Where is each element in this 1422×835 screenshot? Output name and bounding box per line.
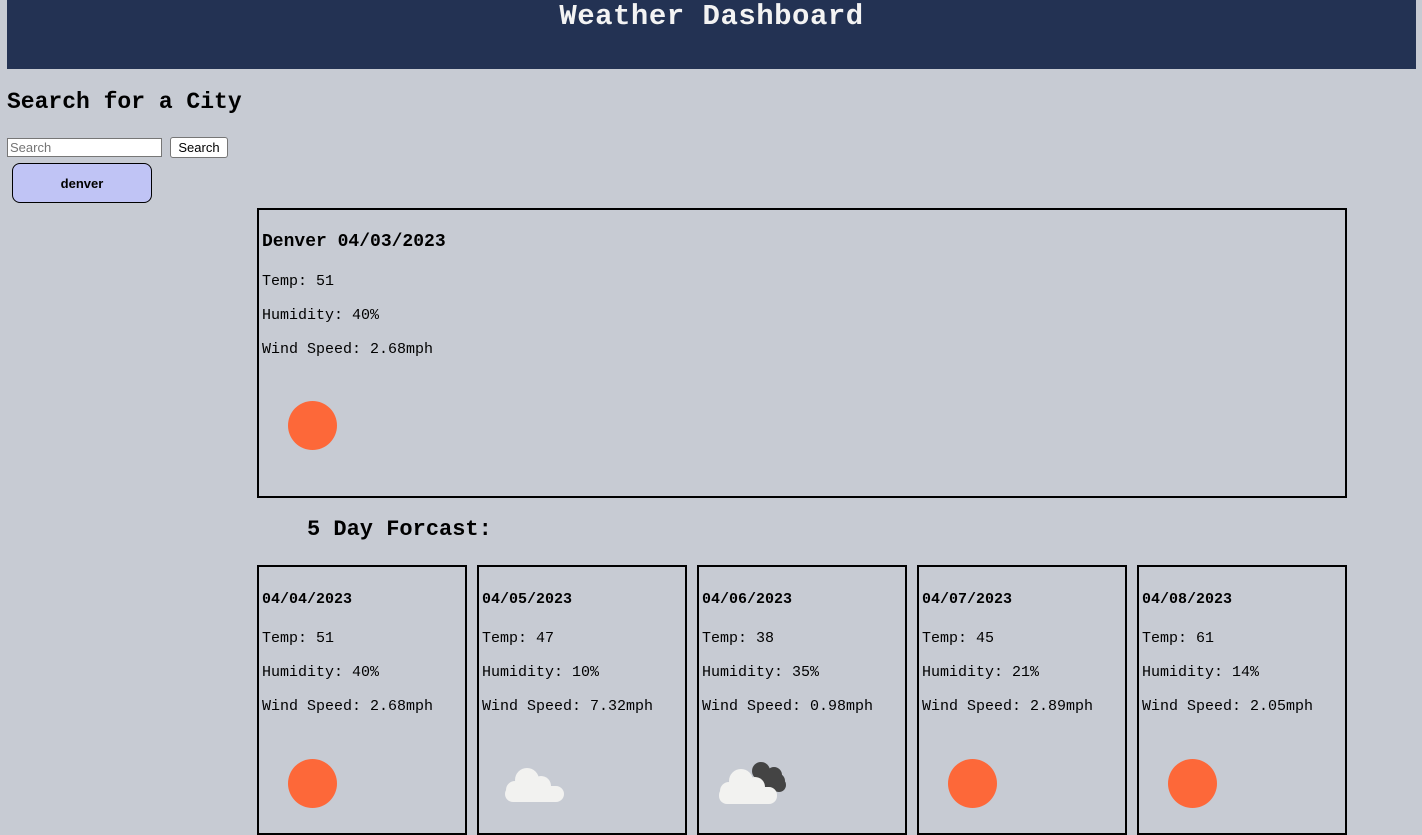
forecast-humidity: Humidity: 40% xyxy=(262,664,380,681)
forecast-temp: Temp: 61 xyxy=(1142,630,1215,647)
forecast-date: 04/05/2023 xyxy=(482,591,573,608)
current-temp: Temp: 51 xyxy=(262,273,335,290)
sun-icon xyxy=(1168,759,1217,808)
forecast-wind: Wind Speed: 2.05mph xyxy=(1142,698,1314,715)
forecast-card: 04/04/2023 Temp: 51 Humidity: 40% Wind S… xyxy=(257,565,467,835)
sun-icon xyxy=(288,759,337,808)
cloud-icon xyxy=(505,768,564,802)
forecast-date: 04/08/2023 xyxy=(1142,591,1233,608)
current-weather-card: Denver 04/03/2023 Temp: 51 Humidity: 40%… xyxy=(257,208,1347,498)
forecast-humidity: Humidity: 35% xyxy=(702,664,820,681)
forecast-wind: Wind Speed: 7.32mph xyxy=(482,698,654,715)
forecast-temp: Temp: 51 xyxy=(262,630,335,647)
search-input[interactable] xyxy=(7,138,162,157)
broken-clouds-icon xyxy=(719,762,786,804)
history-city-button[interactable]: denver xyxy=(12,163,152,203)
search-heading: Search for a City xyxy=(7,89,242,115)
search-button[interactable]: Search xyxy=(170,137,228,158)
sun-icon xyxy=(288,401,337,450)
forecast-wind: Wind Speed: 0.98mph xyxy=(702,698,874,715)
forecast-wind: Wind Speed: 2.89mph xyxy=(922,698,1094,715)
forecast-humidity: Humidity: 10% xyxy=(482,664,600,681)
forecast-card: 04/08/2023 Temp: 61 Humidity: 14% Wind S… xyxy=(1137,565,1347,835)
app-header: Weather Dashboard xyxy=(7,0,1416,69)
forecast-heading: 5 Day Forcast: xyxy=(307,517,492,542)
current-city-date: Denver 04/03/2023 xyxy=(262,232,446,252)
page-title: Weather Dashboard xyxy=(559,0,864,33)
forecast-temp: Temp: 38 xyxy=(702,630,775,647)
current-humidity: Humidity: 40% xyxy=(262,307,380,324)
forecast-temp: Temp: 45 xyxy=(922,630,995,647)
forecast-temp: Temp: 47 xyxy=(482,630,555,647)
forecast-humidity: Humidity: 14% xyxy=(1142,664,1260,681)
forecast-humidity: Humidity: 21% xyxy=(922,664,1040,681)
current-wind: Wind Speed: 2.68mph xyxy=(262,341,434,358)
forecast-card: 04/07/2023 Temp: 45 Humidity: 21% Wind S… xyxy=(917,565,1127,835)
forecast-date: 04/04/2023 xyxy=(262,591,353,608)
forecast-card: 04/06/2023 Temp: 38 Humidity: 35% Wind S… xyxy=(697,565,907,835)
sun-icon xyxy=(948,759,997,808)
forecast-card: 04/05/2023 Temp: 47 Humidity: 10% Wind S… xyxy=(477,565,687,835)
forecast-date: 04/07/2023 xyxy=(922,591,1013,608)
forecast-wind: Wind Speed: 2.68mph xyxy=(262,698,434,715)
forecast-date: 04/06/2023 xyxy=(702,591,793,608)
